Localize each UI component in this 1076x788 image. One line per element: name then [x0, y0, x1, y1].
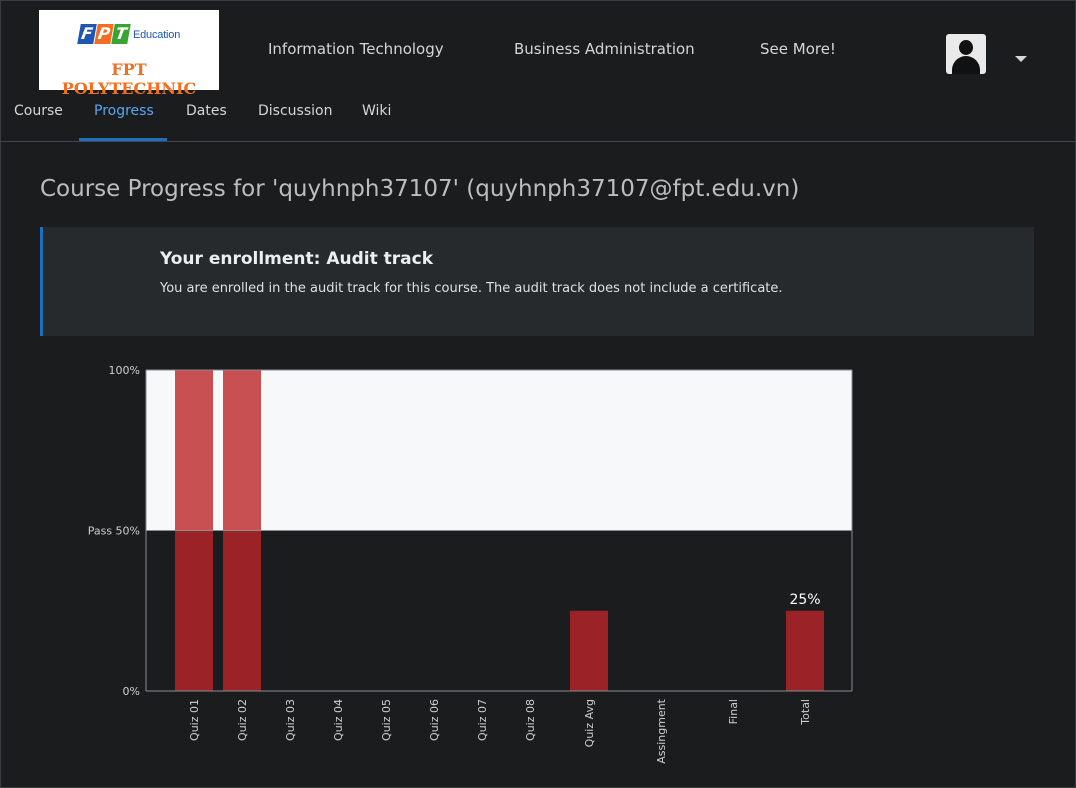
x-tick-label-total: Total [799, 699, 812, 726]
x-tick-label-quiz-04: Quiz 04 [332, 699, 345, 741]
x-tick-label-quiz-08: Quiz 08 [524, 699, 537, 741]
x-tick-label-quiz-avg: Quiz Avg [583, 699, 596, 747]
y-tick-label-100: 100% [109, 364, 140, 377]
x-tick-label-quiz-07: Quiz 07 [476, 699, 489, 741]
x-tick-label-quiz-02: Quiz 02 [236, 699, 249, 741]
bar-quiz-02-upper [223, 370, 261, 531]
bar-total [786, 610, 824, 691]
bar-quiz-01 [175, 530, 213, 691]
y-tick-label-pass-50: Pass 50% [88, 525, 140, 538]
x-tick-label-quiz-05: Quiz 05 [380, 699, 393, 741]
bar-quiz-01-upper [175, 370, 213, 531]
x-tick-label-final: Final [727, 699, 740, 724]
data-label-total: 25% [789, 592, 820, 608]
bar-quiz-02 [223, 530, 261, 691]
x-tick-label-quiz-03: Quiz 03 [284, 699, 297, 741]
x-tick-label-assingment: Assingment [655, 698, 668, 763]
bar-quiz-avg [570, 610, 608, 691]
x-tick-label-quiz-01: Quiz 01 [188, 699, 201, 741]
y-tick-label-0: 0% [123, 685, 140, 698]
x-tick-label-quiz-06: Quiz 06 [428, 699, 441, 741]
grade-progress-chart: 100% Pass 50% 0% Quiz 01 Quiz 02 Quiz 03 Quiz … [88, 364, 853, 764]
